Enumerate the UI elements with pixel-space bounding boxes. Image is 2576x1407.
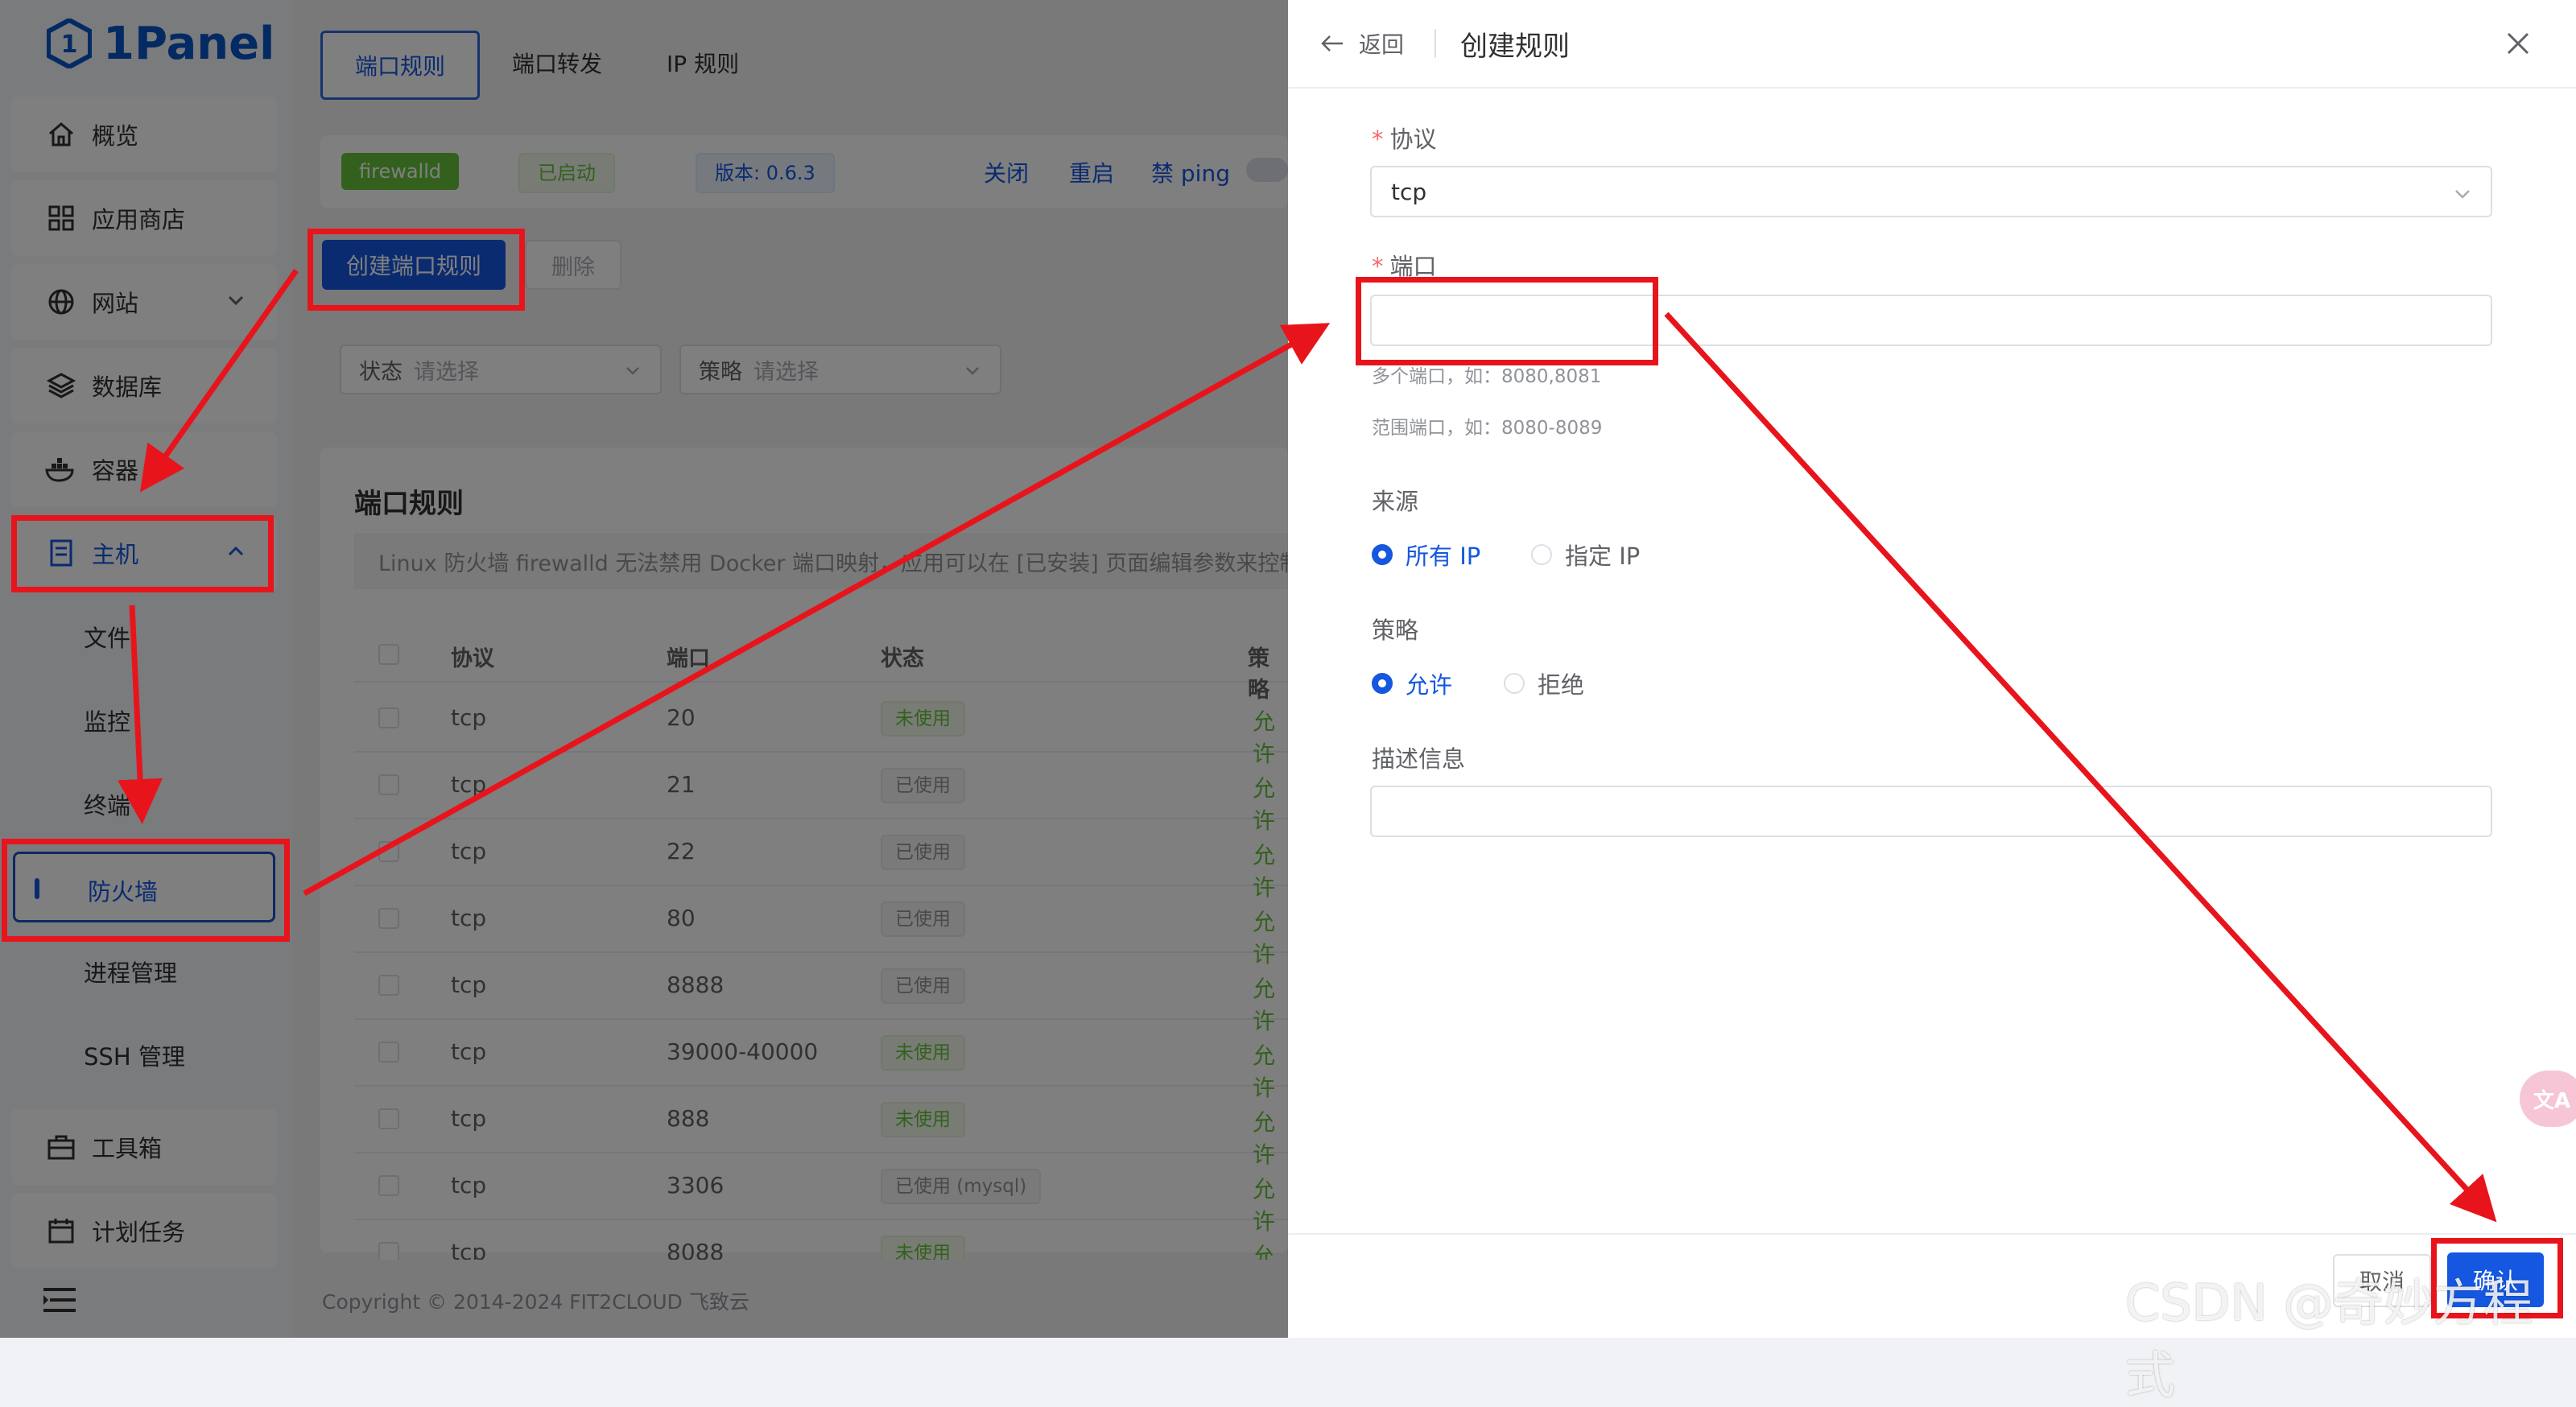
annotation-arrows (118, 268, 2497, 1223)
watermark: CSDN @奇妙方程式 (2125, 1273, 2533, 1405)
annotation-arrow (303, 323, 1331, 897)
annotation-arrow (1664, 312, 2497, 1223)
annotation-arrow (139, 268, 299, 493)
annotation-arrow (118, 604, 163, 824)
